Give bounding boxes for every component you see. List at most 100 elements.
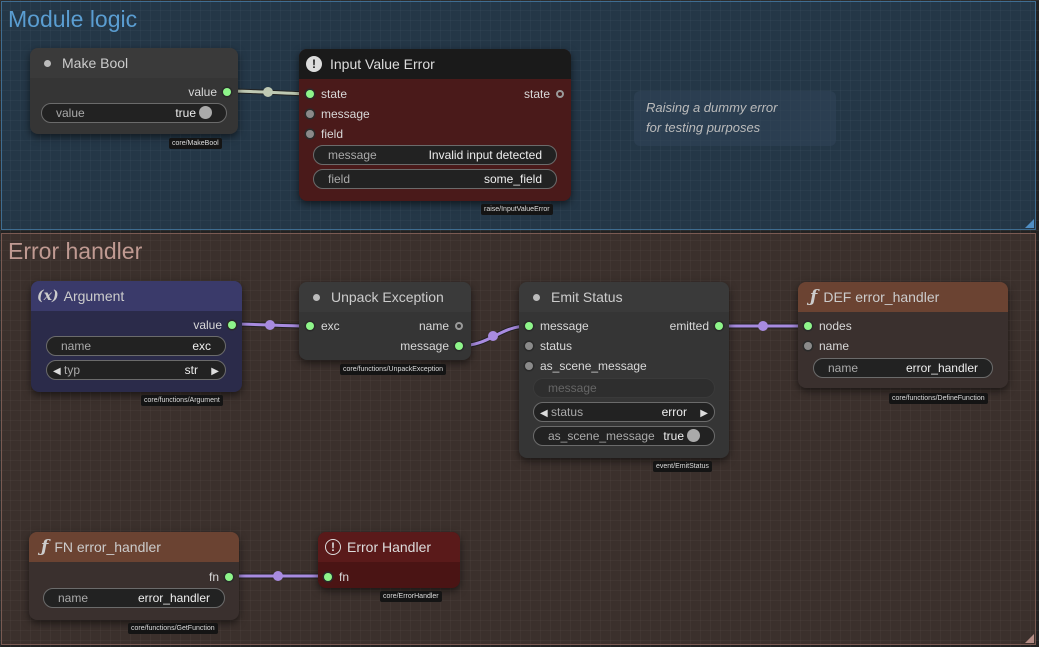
comment-note[interactable]: Raising a dummy error for testing purpos… (634, 91, 836, 146)
socket-label: message (400, 339, 449, 353)
toggle-knob-icon[interactable] (199, 106, 212, 120)
message-field[interactable]: message Invalid input detected (313, 145, 557, 165)
node-input-value-error[interactable]: ! Input Value Error state state message … (299, 49, 571, 201)
exclamation-icon: ! (306, 56, 322, 72)
node-title[interactable]: ! Error Handler (318, 532, 460, 562)
input-nodes[interactable]: nodes (804, 318, 852, 334)
widget-value: some_field (483, 172, 542, 186)
name-field[interactable]: name error_handler (43, 588, 225, 608)
node-title[interactable]: ƒ DEF error_handler (798, 282, 1008, 312)
output-value[interactable]: value (193, 317, 236, 333)
node-title[interactable]: ƒ FN error_handler (29, 532, 239, 562)
socket-dot-icon[interactable] (556, 89, 564, 98)
collapse-dot-icon[interactable] (533, 293, 540, 301)
socket-label: value (193, 318, 222, 332)
input-exc[interactable]: exc (306, 318, 340, 334)
socket-dot-icon[interactable] (306, 129, 314, 138)
toggle-value: true (175, 105, 196, 120)
socket-dot-icon[interactable] (306, 321, 314, 330)
as-scene-message-toggle[interactable]: as_scene_message true (533, 426, 715, 446)
widget-value: error_handler (905, 361, 978, 375)
input-as-scene-message[interactable]: as_scene_message (525, 358, 647, 374)
node-make-bool[interactable]: Make Bool value value true (30, 48, 238, 134)
socket-dot-icon[interactable] (225, 572, 233, 581)
output-name[interactable]: name (419, 318, 463, 334)
node-type-tag: core/functions/UnpackException (340, 364, 446, 375)
node-title[interactable]: Unpack Exception (299, 282, 471, 312)
widget-label: name (61, 339, 92, 353)
socket-dot-icon[interactable] (306, 109, 314, 118)
input-field[interactable]: field (306, 126, 343, 142)
output-state[interactable]: state (524, 86, 564, 102)
arrow-left-icon[interactable]: ◀ (540, 408, 548, 419)
socket-dot-icon[interactable] (525, 361, 533, 370)
node-get-function[interactable]: ƒ FN error_handler fn name error_handler (29, 532, 239, 620)
arrow-right-icon[interactable]: ▶ (211, 366, 219, 377)
collapse-dot-icon[interactable] (313, 293, 320, 301)
input-name[interactable]: name (804, 338, 849, 354)
input-state[interactable]: state (306, 86, 347, 102)
output-message[interactable]: message (400, 338, 463, 354)
output-fn[interactable]: fn (209, 569, 233, 585)
socket-dot-icon[interactable] (228, 320, 236, 329)
node-title[interactable]: ! Input Value Error (299, 49, 571, 79)
socket-dot-icon[interactable] (804, 341, 812, 350)
socket-label: message (321, 107, 370, 121)
status-combo[interactable]: ◀ status error ▶ (533, 402, 715, 422)
node-error-handler[interactable]: ! Error Handler fn (318, 532, 460, 588)
message-field: message (533, 378, 715, 398)
widget-label: name (58, 591, 89, 605)
socket-dot-icon[interactable] (525, 321, 533, 330)
toggle-knob-icon[interactable] (687, 429, 700, 443)
node-unpack-exception[interactable]: Unpack Exception exc name message (299, 282, 471, 360)
socket-label: as_scene_message (540, 359, 647, 373)
socket-dot-icon[interactable] (715, 321, 723, 330)
input-fn[interactable]: fn (324, 569, 349, 585)
widget-value: error_handler (137, 591, 210, 605)
node-type-tag: raise/InputValueError (481, 204, 553, 215)
typ-combo[interactable]: ◀ typ str ▶ (46, 360, 226, 380)
arrow-left-icon[interactable]: ◀ (53, 366, 61, 377)
socket-dot-icon[interactable] (223, 87, 231, 96)
node-type-tag: core/functions/Argument (141, 395, 223, 406)
output-value[interactable]: value (188, 84, 231, 100)
socket-label: state (321, 87, 348, 101)
widget-value: str ▶ (185, 363, 219, 377)
node-title[interactable]: Make Bool (30, 48, 238, 78)
arrow-right-icon[interactable]: ▶ (700, 408, 708, 419)
exclamation-icon: ! (325, 539, 341, 555)
name-field[interactable]: name error_handler (813, 358, 993, 378)
socket-dot-icon[interactable] (455, 321, 463, 330)
node-title[interactable]: Emit Status (519, 282, 729, 312)
socket-label: nodes (819, 319, 852, 333)
socket-dot-icon[interactable] (804, 321, 812, 330)
output-emitted[interactable]: emitted (670, 318, 723, 334)
socket-dot-icon[interactable] (324, 572, 332, 581)
toggle-value: true (663, 428, 684, 443)
wire-midpoint (488, 331, 498, 341)
socket-dot-icon[interactable] (455, 341, 463, 350)
input-message[interactable]: message (306, 106, 370, 122)
node-emit-status[interactable]: Emit Status message emitted status as_sc… (519, 282, 729, 458)
widget-value: true (175, 106, 212, 120)
input-message[interactable]: message (525, 318, 589, 334)
socket-label: exc (321, 319, 340, 333)
widget-label: ◀ status (540, 405, 583, 419)
socket-label: emitted (669, 319, 709, 333)
node-title-text: Input Value Error (330, 56, 435, 72)
collapse-dot-icon[interactable] (44, 59, 51, 67)
input-status[interactable]: status (525, 338, 572, 354)
socket-label: value (188, 85, 217, 99)
field-field[interactable]: field some_field (313, 169, 557, 189)
wire-midpoint (265, 320, 275, 330)
socket-dot-icon[interactable] (306, 89, 314, 98)
node-argument[interactable]: (x) Argument value name exc ◀ typ str ▶ (31, 281, 242, 392)
node-title[interactable]: (x) Argument (31, 281, 242, 311)
socket-label: fn (208, 570, 219, 584)
socket-dot-icon[interactable] (525, 341, 533, 350)
value-toggle[interactable]: value true (41, 103, 227, 123)
widget-label: as_scene_message (548, 429, 655, 443)
name-field[interactable]: name exc (46, 336, 226, 356)
widget-label: ◀ typ (53, 363, 80, 377)
node-define-function[interactable]: ƒ DEF error_handler nodes name name erro… (798, 282, 1008, 388)
